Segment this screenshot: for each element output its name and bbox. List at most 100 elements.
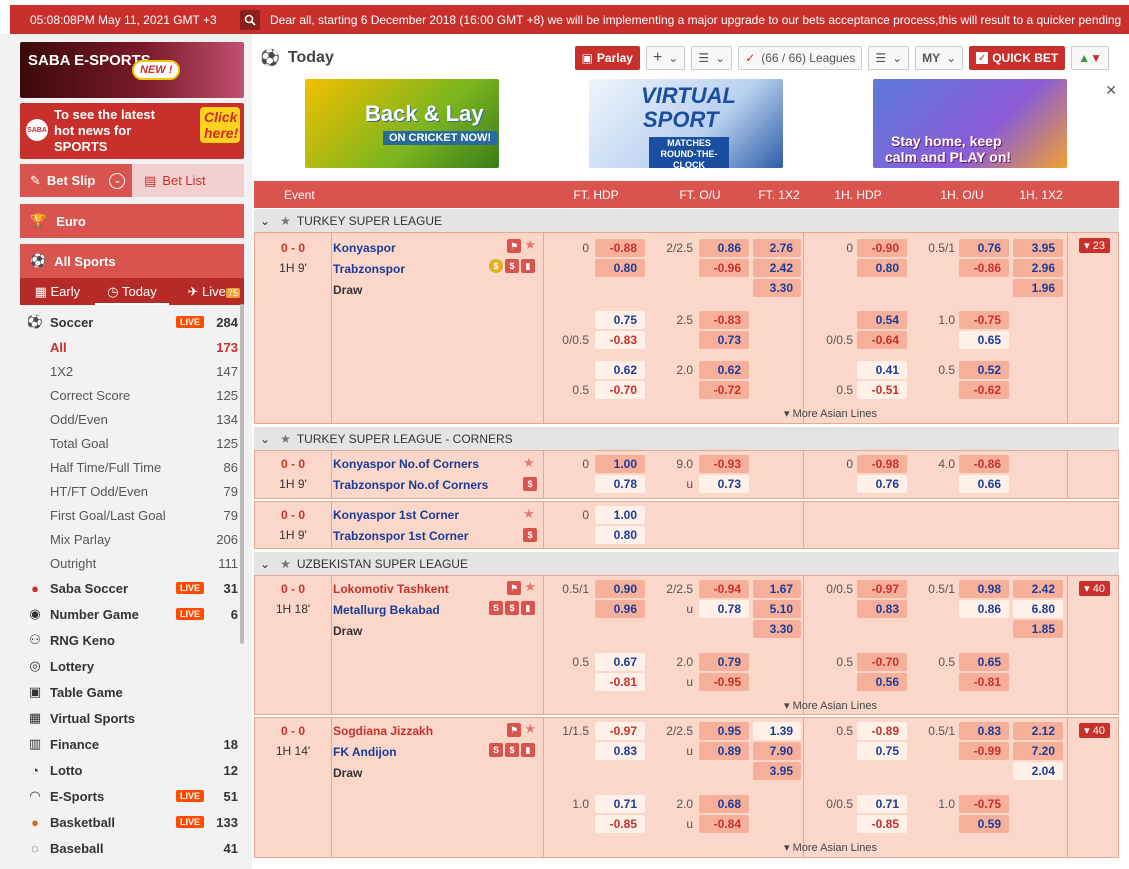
odds-cell[interactable]: 1.39 xyxy=(753,722,801,740)
odds-change-toggle[interactable]: ▲ ▼ xyxy=(1071,46,1109,70)
odds-cell[interactable]: 0.41 xyxy=(857,361,907,379)
sidebar-subitem-1x2[interactable]: 1X2 147 xyxy=(20,359,244,383)
favorite-star-icon[interactable]: ★ xyxy=(280,557,291,571)
odds-cell[interactable]: -0.97 xyxy=(857,580,907,598)
stats-icon[interactable]: ⚑ xyxy=(507,239,521,253)
odds-cell[interactable]: 0.75 xyxy=(857,742,907,760)
odds-cell[interactable]: 3.95 xyxy=(753,762,801,780)
favorite-star-icon[interactable]: ★ xyxy=(523,455,535,470)
stats-icon[interactable]: ⚑ xyxy=(507,723,521,737)
odds-cell[interactable]: 0.73 xyxy=(699,331,749,349)
sidebar-item-rng-keno[interactable]: ⚇ RNG Keno xyxy=(20,627,244,653)
odds-cell[interactable]: -0.97 xyxy=(595,722,645,740)
odds-cell[interactable]: 0.67 xyxy=(595,653,645,671)
odds-cell[interactable]: 0.62 xyxy=(699,361,749,379)
odds-cell[interactable]: 0.68 xyxy=(699,795,749,813)
favorite-star-icon[interactable]: ★ xyxy=(524,237,536,252)
odds-cell[interactable]: -0.99 xyxy=(959,742,1009,760)
odds-cell[interactable]: -0.83 xyxy=(699,311,749,329)
back-and-lay-ad[interactable]: Back & Lay ON CRICKET NOW! xyxy=(305,79,499,168)
odds-cell[interactable]: 3.30 xyxy=(753,279,801,297)
odds-cell[interactable]: 2.04 xyxy=(1013,762,1063,780)
sidebar-item-number-game[interactable]: ◉ Number Game LIVE 6 xyxy=(20,601,244,627)
sidebar-item-saba-soccer[interactable]: ● Saba Soccer LIVE 31 xyxy=(20,575,244,601)
home-team[interactable]: Konyaspor xyxy=(333,241,396,255)
sidebar-item-baseball[interactable]: ◌ Baseball 41 xyxy=(20,835,244,861)
sidebar-item-basketball[interactable]: ● Basketball LIVE 133 xyxy=(20,809,244,835)
stats-icon[interactable]: ⚑ xyxy=(507,581,521,595)
away-team[interactable]: Trabzonspor 1st Corner xyxy=(333,529,468,543)
odds-cell[interactable]: -0.94 xyxy=(699,580,749,598)
cashout-icon[interactable]: $ xyxy=(505,259,519,273)
odds-cell[interactable]: 1.00 xyxy=(595,455,645,473)
streaming-icon[interactable]: S xyxy=(489,601,503,615)
tab-early[interactable]: ▦ Early xyxy=(20,284,95,300)
away-team[interactable]: Trabzonspor No.of Corners xyxy=(333,478,488,492)
odds-cell[interactable]: 0.66 xyxy=(959,475,1009,493)
cashout-icon[interactable]: $ xyxy=(523,528,537,542)
close-icon[interactable]: ✕ xyxy=(1105,82,1117,99)
sidebar-subitem-correct-score[interactable]: Correct Score 125 xyxy=(20,383,244,407)
sidebar-item-table-game[interactable]: ▣ Table Game xyxy=(20,679,244,705)
sidebar-scrollbar[interactable] xyxy=(240,304,244,644)
odds-cell[interactable]: -0.86 xyxy=(959,259,1009,277)
sidebar-subitem-ht-ft-odd-even[interactable]: HT/FT Odd/Even 79 xyxy=(20,479,244,503)
odds-cell[interactable]: 2.42 xyxy=(753,259,801,277)
league-header[interactable]: ⌄ ★ TURKEY SUPER LEAGUE - CORNERS xyxy=(254,426,1119,450)
all-sports-menu[interactable]: ⚽ All Sports xyxy=(20,244,244,278)
cashout-icon[interactable]: $ xyxy=(523,477,537,491)
bet-slip-tab[interactable]: ✎ Bet Slip ⌄ xyxy=(20,164,132,197)
virtual-sport-ad[interactable]: VIRTUAL SPORT MATCHES ROUND-THE-CLOCK xyxy=(589,79,783,168)
sidebar-item-virtual-sports[interactable]: ▦ Virtual Sports xyxy=(20,705,244,731)
odds-cell[interactable]: 0.80 xyxy=(595,526,645,544)
odds-cell[interactable]: 3.30 xyxy=(753,620,801,638)
cashout-icon[interactable]: $ xyxy=(505,601,519,615)
odds-cell[interactable]: 2.96 xyxy=(1013,259,1063,277)
odds-cell[interactable]: -0.62 xyxy=(959,381,1009,399)
more-bets-button[interactable]: ▾ 40 xyxy=(1079,723,1110,738)
sidebar-subitem-mix-parlay[interactable]: Mix Parlay 206 xyxy=(20,527,244,551)
odds-cell[interactable]: 0.83 xyxy=(857,600,907,618)
tab-today[interactable]: ◷ Today xyxy=(94,278,170,305)
home-team[interactable]: Lokomotiv Tashkent xyxy=(333,582,449,596)
bet-list-tab[interactable]: ▤ Bet List xyxy=(132,164,244,197)
favorite-star-icon[interactable]: ★ xyxy=(280,432,291,446)
view-dropdown[interactable]: ☰ ⌄ xyxy=(868,46,910,70)
odds-cell[interactable]: 6.80 xyxy=(1013,600,1063,618)
odds-cell[interactable]: 0.79 xyxy=(699,653,749,671)
odds-cell[interactable]: -0.70 xyxy=(595,381,645,399)
odds-cell[interactable]: -0.95 xyxy=(699,673,749,691)
odds-cell[interactable]: 7.20 xyxy=(1013,742,1063,760)
sidebar-subitem-total-goal[interactable]: Total Goal 125 xyxy=(20,431,244,455)
odds-cell[interactable]: 0.98 xyxy=(959,580,1009,598)
odds-cell[interactable]: -0.98 xyxy=(857,455,907,473)
sidebar-subitem-odd-even[interactable]: Odd/Even 134 xyxy=(20,407,244,431)
odds-cell[interactable]: -0.86 xyxy=(959,455,1009,473)
odds-cell[interactable]: -0.85 xyxy=(857,815,907,833)
odds-cell[interactable]: 1.85 xyxy=(1013,620,1063,638)
odds-cell[interactable]: -0.88 xyxy=(595,239,645,257)
odds-cell[interactable]: 1.67 xyxy=(753,580,801,598)
sort-dropdown[interactable]: ☰ ⌄ xyxy=(691,46,733,70)
favorite-star-icon[interactable]: ★ xyxy=(523,506,535,521)
sidebar-subitem-ht-ft[interactable]: Half Time/Full Time 86 xyxy=(20,455,244,479)
sidebar-subitem-first-last-goal[interactable]: First Goal/Last Goal 79 xyxy=(20,503,244,527)
odds-cell[interactable]: 0.90 xyxy=(595,580,645,598)
chart-icon[interactable]: ▮ xyxy=(521,601,535,615)
odds-cell[interactable]: -0.84 xyxy=(699,815,749,833)
tab-live[interactable]: ✈ Live 75 xyxy=(169,284,244,300)
more-asian-lines-link[interactable]: ▾ More Asian Lines xyxy=(543,699,1118,712)
chart-icon[interactable]: ▮ xyxy=(521,743,535,757)
odds-cell[interactable]: 0.65 xyxy=(959,653,1009,671)
odds-cell[interactable]: 0.96 xyxy=(595,600,645,618)
stay-home-ad[interactable]: Stay home, keep calm and PLAY on! xyxy=(873,79,1067,168)
search-button[interactable] xyxy=(240,9,260,30)
leagues-filter[interactable]: ✓ (66 / 66) Leagues xyxy=(738,46,863,70)
away-team[interactable]: Metallurg Bekabad xyxy=(333,603,440,617)
odds-cell[interactable]: -0.96 xyxy=(699,259,749,277)
odds-cell[interactable]: 0.89 xyxy=(699,742,749,760)
odds-cell[interactable]: 0.52 xyxy=(959,361,1009,379)
odds-cell[interactable]: 0.71 xyxy=(857,795,907,813)
odds-cell[interactable]: -0.64 xyxy=(857,331,907,349)
sidebar-subitem-outright[interactable]: Outright 111 xyxy=(20,551,244,575)
